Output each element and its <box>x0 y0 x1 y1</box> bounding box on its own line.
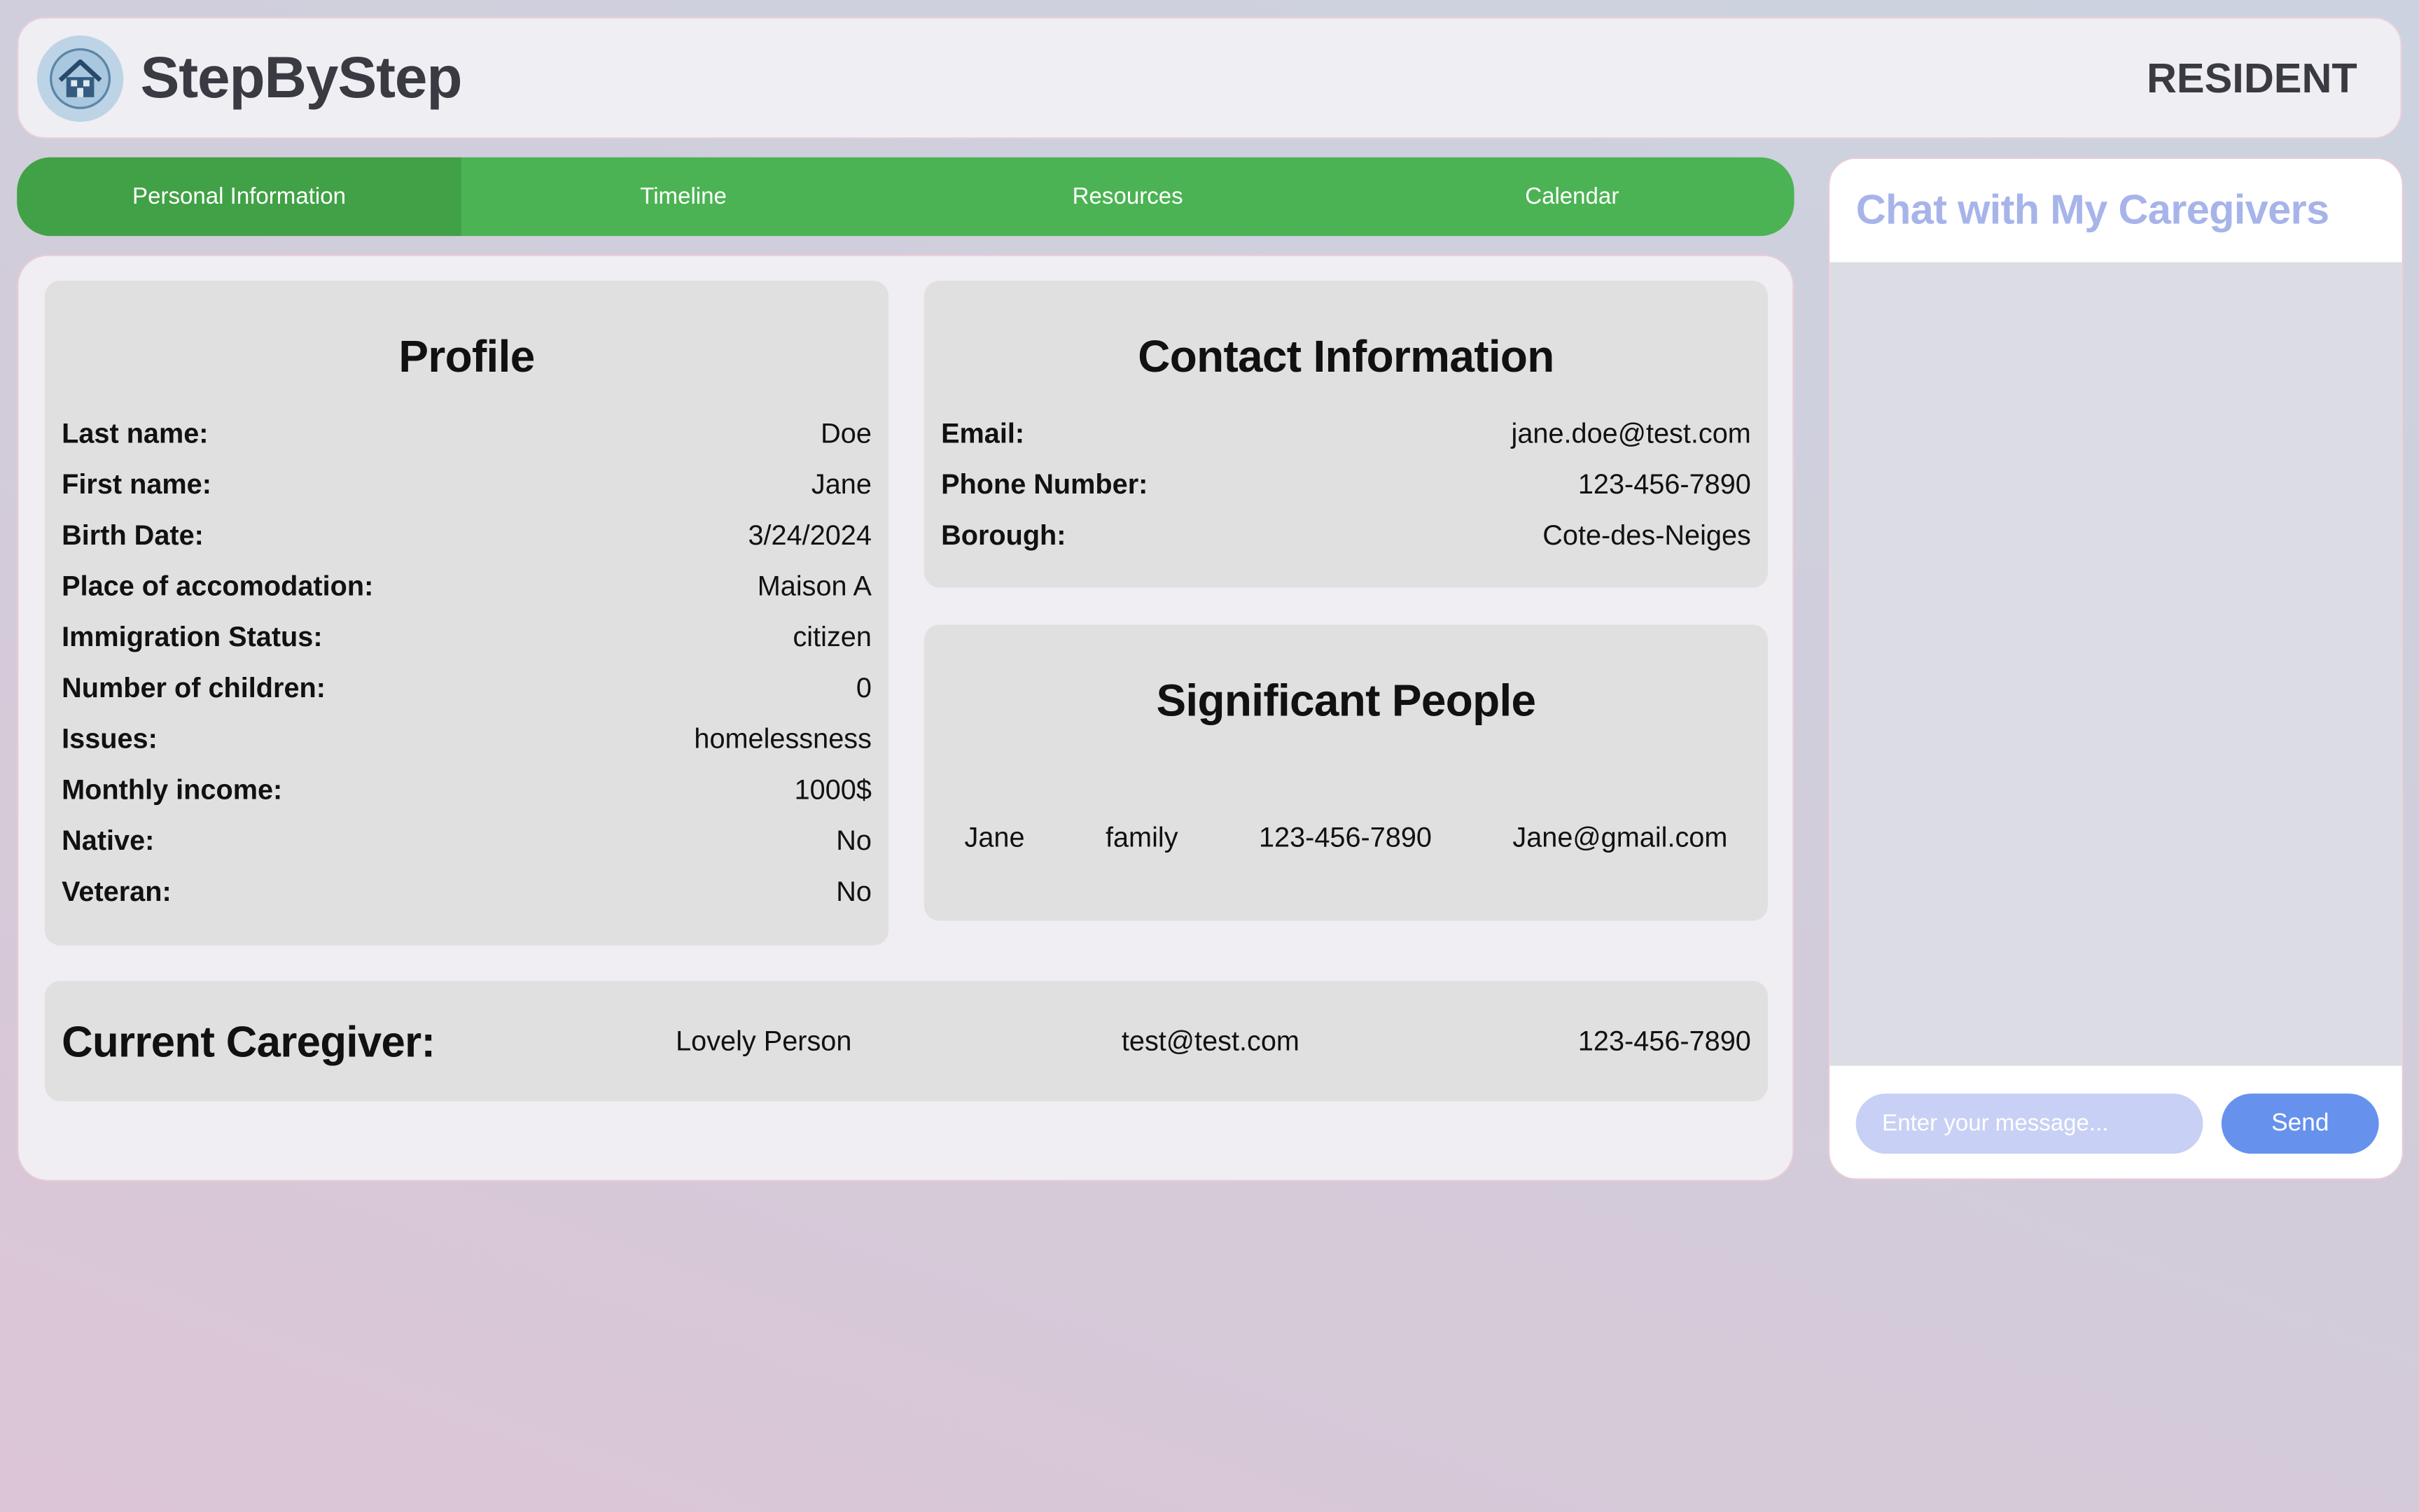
significant-people-card: Significant People Jane family 123-456-7… <box>923 624 1769 921</box>
field-label: Number of children: <box>62 672 326 704</box>
chat-title: Chat with My Caregivers <box>1855 186 2329 233</box>
significant-people-title: Significant People <box>1156 677 1536 727</box>
tab-calendar[interactable]: Calendar <box>1350 158 1794 236</box>
profile-row-native: Native: No <box>62 816 872 867</box>
profile-row-monthly-income: Monthly income: 1000$ <box>62 765 872 816</box>
tab-personal-information[interactable]: Personal Information <box>17 157 461 237</box>
profile-row-issues: Issues: homelessness <box>62 714 872 765</box>
contact-row-borough: Borough: Cote-des-Neiges <box>941 510 1751 561</box>
profile-row-birth-date: Birth Date: 3/24/2024 <box>62 510 872 561</box>
field-label: Immigration Status: <box>62 621 323 653</box>
profile-row-children: Number of children: 0 <box>62 663 872 714</box>
field-value: jane.doe@test.com <box>1511 418 1751 449</box>
field-label: Place of accomodation: <box>62 570 374 602</box>
contact-row-phone: Phone Number: 123-456-7890 <box>941 460 1751 511</box>
field-value: homelessness <box>694 723 872 755</box>
person-phone: 123-456-7890 <box>1258 822 1432 853</box>
field-value: Jane <box>811 468 872 500</box>
profile-row-veteran: Veteran: No <box>62 867 872 918</box>
caregiver-title: Current Caregiver: <box>62 1018 435 1066</box>
field-label: First name: <box>62 468 211 500</box>
person-name: Jane <box>964 822 1025 853</box>
field-label: Last name: <box>62 418 209 449</box>
chat-message-input[interactable] <box>1855 1093 2203 1154</box>
chat-panel: Chat with My Caregivers Send <box>1828 157 2404 1180</box>
field-value: 1000$ <box>794 774 872 806</box>
field-value: No <box>836 825 872 856</box>
role-label: RESIDENT <box>2146 55 2357 102</box>
contact-row-email: Email: jane.doe@test.com <box>941 409 1751 460</box>
personal-information-panel: Profile Last name: Doe First name: Jane … <box>17 254 1794 1182</box>
profile-row-last-name: Last name: Doe <box>62 409 872 460</box>
profile-title: Profile <box>398 332 535 383</box>
field-label: Issues: <box>62 723 158 755</box>
field-value: Cote-des-Neiges <box>1542 519 1751 551</box>
send-button[interactable]: Send <box>2221 1093 2379 1154</box>
field-label: Phone Number: <box>941 468 1148 500</box>
field-value: 123-456-7890 <box>1577 468 1751 500</box>
field-label: Email: <box>941 418 1025 449</box>
profile-row-accommodation: Place of accomodation: Maison A <box>62 561 872 612</box>
field-value: 0 <box>856 672 872 704</box>
app-root: StepByStep RESIDENT Personal Information… <box>0 0 2419 1511</box>
current-caregiver-card: Current Caregiver: Lovely Person test@te… <box>44 981 1769 1102</box>
house-icon[interactable] <box>36 35 124 122</box>
list-item: Jane family 123-456-7890 Jane@gmail.com <box>924 822 1768 854</box>
person-email: Jane@gmail.com <box>1512 822 1728 853</box>
profile-row-first-name: First name: Jane <box>62 460 872 511</box>
tab-resources[interactable]: Resources <box>905 158 1350 236</box>
field-value: 3/24/2024 <box>748 519 872 551</box>
profile-card: Profile Last name: Doe First name: Jane … <box>44 281 889 946</box>
field-label: Borough: <box>941 519 1066 551</box>
field-label: Monthly income: <box>62 774 283 806</box>
field-label: Birth Date: <box>62 519 204 551</box>
field-value: Maison A <box>757 570 872 602</box>
field-value: citizen <box>793 621 872 653</box>
field-label: Veteran: <box>62 876 172 907</box>
caregiver-phone: 123-456-7890 <box>1577 1026 1751 1057</box>
tab-bar: Personal Information Timeline Resources … <box>17 157 1794 237</box>
person-relation: family <box>1105 822 1178 853</box>
contact-information-title: Contact Information <box>1138 332 1554 383</box>
field-value: Doe <box>821 418 872 449</box>
caregiver-email: test@test.com <box>1121 1026 1299 1057</box>
top-bar: StepByStep RESIDENT <box>17 17 2402 139</box>
tab-timeline[interactable]: Timeline <box>461 158 906 236</box>
caregiver-name: Lovely Person <box>676 1026 852 1057</box>
contact-information-card: Contact Information Email: jane.doe@test… <box>923 281 1769 588</box>
profile-row-immigration-status: Immigration Status: citizen <box>62 612 872 664</box>
app-title: StepByStep <box>140 46 463 111</box>
chat-messages-area[interactable] <box>1829 262 2402 1066</box>
field-value: No <box>836 876 872 907</box>
field-label: Native: <box>62 825 155 856</box>
